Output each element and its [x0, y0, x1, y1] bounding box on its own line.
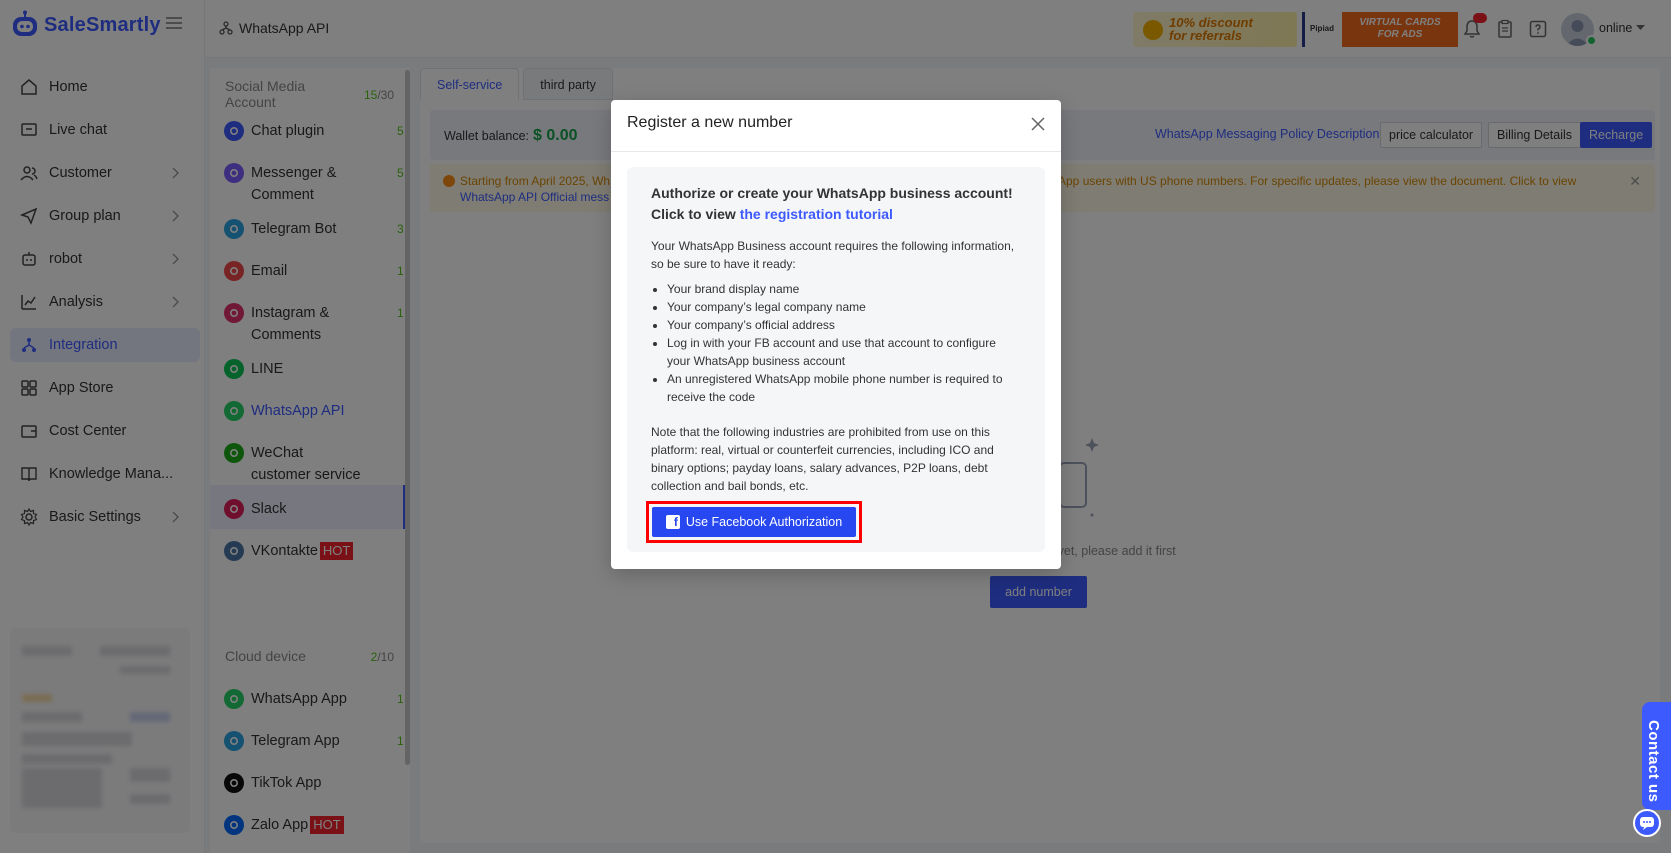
facebook-authorization-button[interactable]: f Use Facebook Authorization	[652, 507, 856, 537]
facebook-icon: f	[665, 515, 680, 529]
facebook-authorization-label: Use Facebook Authorization	[685, 515, 843, 529]
contact-us-tab[interactable]: Contact us	[1642, 702, 1671, 810]
requirement-item: Log in with your FB account and use that…	[667, 334, 1017, 370]
prohibited-industries-note: Note that the following industries are p…	[651, 425, 994, 493]
contact-chat-button[interactable]	[1633, 809, 1661, 837]
close-icon[interactable]	[1031, 117, 1045, 131]
contact-us-label: Contact us	[1645, 720, 1662, 803]
modal-intro: Your WhatsApp Business account requires …	[651, 239, 1015, 271]
modal-header: Register a new number	[611, 100, 1061, 152]
modal-body: Authorize or create your WhatsApp busine…	[627, 167, 1045, 552]
modal-heading-line2: Click to view the registration tutorial	[651, 204, 1031, 225]
modal-heading: Authorize or create your WhatsApp busine…	[651, 183, 1031, 225]
modal-title: Register a new number	[627, 114, 793, 131]
chat-bubble-icon	[1640, 817, 1654, 830]
requirement-item: An unregistered WhatsApp mobile phone nu…	[667, 370, 1017, 406]
modal-heading-prefix: Click to view	[651, 206, 740, 222]
requirement-item: Your company’s legal company name	[667, 298, 1017, 316]
requirement-item: Your company’s official address	[667, 316, 1017, 334]
register-number-modal: Register a new number Authorize or creat…	[611, 100, 1061, 569]
modal-heading-line1: Authorize or create your WhatsApp busine…	[651, 185, 1013, 201]
registration-tutorial-link[interactable]: the registration tutorial	[740, 206, 893, 222]
requirement-item: Your brand display name	[667, 280, 1017, 298]
requirements-list: Your brand display nameYour company’s le…	[667, 280, 1017, 406]
